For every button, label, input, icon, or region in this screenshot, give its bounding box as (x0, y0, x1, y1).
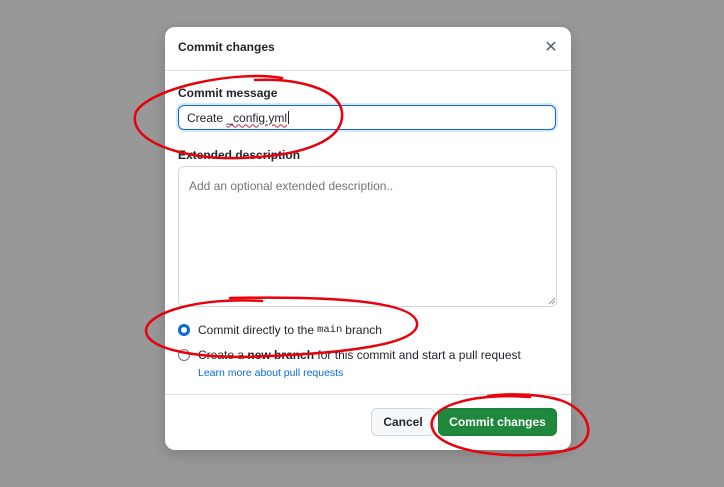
commit-changes-button[interactable]: Commit changes (438, 408, 557, 436)
dialog-title: Commit changes (178, 40, 275, 54)
dialog-footer: Cancel Commit changes (165, 394, 571, 450)
commit-direct-text-pre: Commit directly to the (198, 323, 315, 337)
commit-message-input[interactable]: Create _config.yml (178, 105, 556, 130)
commit-direct-text-post: branch (345, 323, 382, 337)
new-branch-text-bold: new branch (247, 348, 315, 362)
commit-message-label: Commit message (178, 86, 278, 100)
new-branch-text-post: for this commit and start a pull request (317, 348, 521, 362)
radio-unchecked-icon[interactable] (178, 349, 190, 361)
dialog-header: Commit changes ✕ (165, 27, 571, 71)
branch-name: main (317, 324, 343, 336)
commit-dialog: Commit changes ✕ Commit message Create _… (165, 27, 571, 450)
new-branch-text-pre: Create a (198, 348, 245, 362)
close-icon[interactable]: ✕ (543, 40, 559, 56)
extended-description-textarea[interactable] (178, 166, 557, 307)
extended-description-label: Extended description (178, 148, 301, 162)
text-caret (288, 111, 290, 124)
cancel-button[interactable]: Cancel (371, 408, 435, 436)
radio-checked-icon[interactable] (178, 324, 190, 336)
new-branch-option[interactable]: Create a new branch for this commit and … (178, 348, 521, 362)
commit-message-prefix: Create (187, 110, 227, 125)
resize-grip-icon[interactable] (548, 297, 556, 305)
commit-direct-option[interactable]: Commit directly to the main branch (178, 323, 382, 337)
learn-more-link[interactable]: Learn more about pull requests (198, 367, 343, 379)
commit-message-filename: _config.yml (226, 110, 288, 125)
